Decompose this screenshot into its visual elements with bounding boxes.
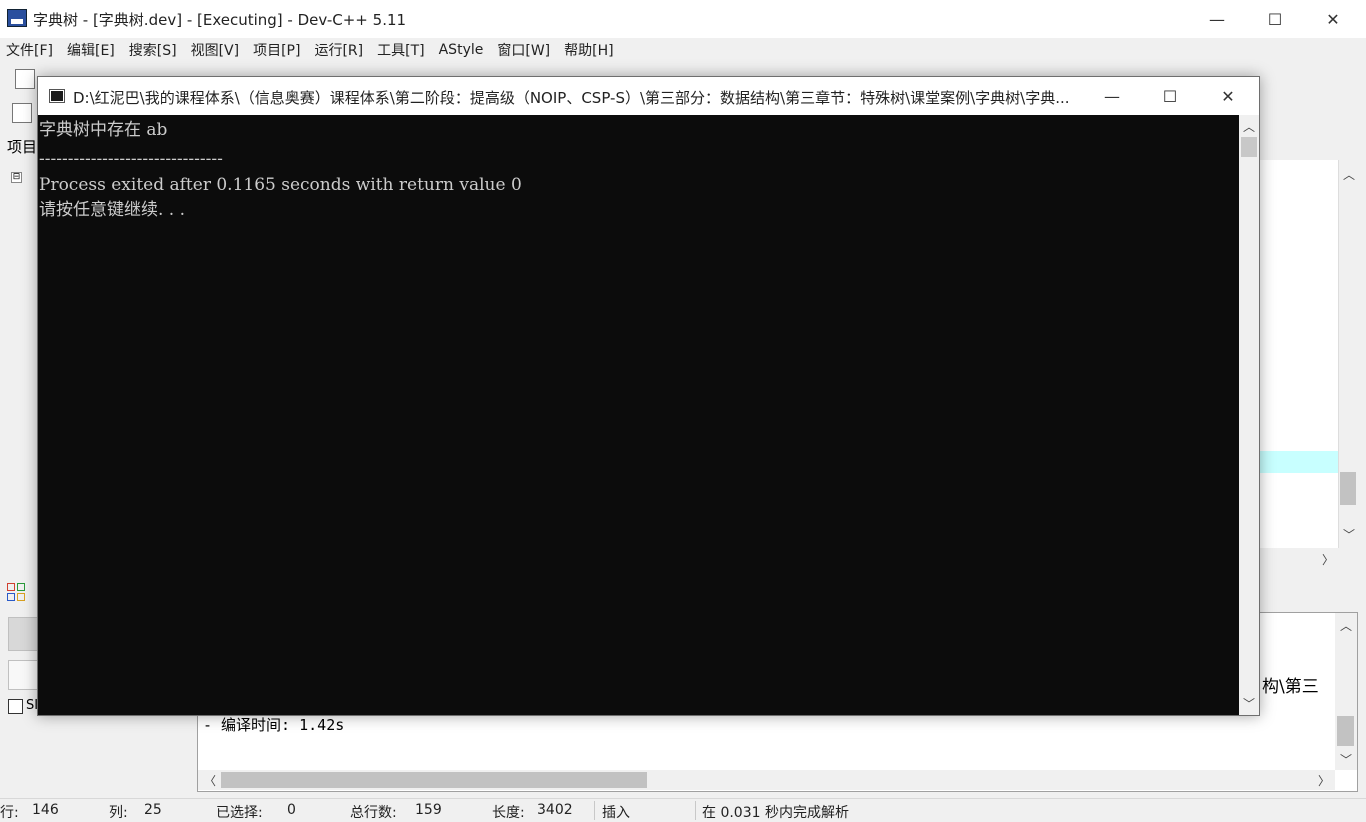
main-title-bar: 字典树 - [字典树.dev] - [Executing] - Dev-C++ … — [0, 0, 1366, 38]
devcpp-app-icon — [7, 9, 27, 27]
menu-view[interactable]: 视图[V] — [185, 40, 248, 60]
scroll-up-icon[interactable]: ︿ — [1340, 617, 1352, 634]
console-vertical-scrollbar[interactable]: ︿ ﹀ — [1239, 115, 1259, 715]
console-close-button[interactable]: ✕ — [1199, 77, 1257, 115]
menu-astyle[interactable]: AStyle — [433, 42, 492, 58]
menu-search[interactable]: 搜索[S] — [123, 40, 185, 60]
console-line: Process exited after 0.1165 seconds with… — [39, 175, 522, 195]
console-title-bar[interactable]: D:\红泥巴\我的课程体系\（信息奥赛）课程体系\第二阶段：提高级（NOIP、C… — [38, 77, 1259, 115]
insert-mode: 插入 — [602, 805, 630, 821]
editor-scroll-thumb[interactable] — [1340, 472, 1356, 505]
option-checkbox[interactable] — [8, 699, 23, 714]
status-divider — [695, 801, 696, 820]
code-editor[interactable] — [1258, 160, 1338, 548]
console-icon — [49, 89, 65, 103]
abort-compile-button[interactable] — [8, 617, 38, 651]
console-maximize-button[interactable]: ☐ — [1141, 77, 1199, 115]
current-line-highlight — [1258, 451, 1338, 473]
compile-option-button[interactable] — [8, 660, 38, 690]
tree-collapse-icon[interactable]: ⊟ — [11, 172, 22, 183]
console-minimize-button[interactable]: — — [1083, 77, 1141, 115]
menu-tools[interactable]: 工具[T] — [371, 40, 432, 60]
scroll-up-icon[interactable]: ︿ — [1243, 118, 1255, 135]
scroll-down-icon[interactable]: ﹀ — [1340, 751, 1352, 768]
console-line: 字典树中存在 ab — [39, 120, 168, 140]
new-file-icon[interactable] — [15, 69, 35, 89]
selected-value: 0 — [287, 802, 296, 818]
row-label: 行: — [0, 805, 19, 821]
compiler-tab-icon[interactable] — [7, 583, 27, 603]
menu-window[interactable]: 窗口[W] — [491, 40, 558, 60]
minimize-button[interactable]: — — [1188, 0, 1246, 38]
maximize-icon: ☐ — [1267, 9, 1283, 29]
close-icon: ✕ — [1326, 9, 1340, 29]
log-vertical-thumb[interactable] — [1337, 716, 1354, 746]
menu-help[interactable]: 帮助[H] — [558, 40, 621, 60]
maximize-button[interactable]: ☐ — [1246, 0, 1304, 38]
status-divider — [594, 801, 595, 820]
scroll-down-icon[interactable]: ﹀ — [1243, 695, 1255, 712]
close-button[interactable]: ✕ — [1304, 0, 1362, 38]
log-horizontal-thumb[interactable] — [221, 772, 647, 788]
maximize-icon: ☐ — [1162, 86, 1178, 106]
console-title: D:\红泥巴\我的课程体系\（信息奥赛）课程体系\第二阶段：提高级（NOIP、C… — [73, 89, 1070, 107]
selected-label: 已选择: — [216, 805, 263, 821]
parse-status: 在 0.031 秒内完成解析 — [702, 805, 849, 821]
col-value: 25 — [144, 802, 162, 818]
menu-file[interactable]: 文件[F] — [0, 40, 61, 60]
menu-run[interactable]: 运行[R] — [308, 40, 371, 60]
menu-edit[interactable]: 编辑[E] — [61, 40, 123, 60]
row-value: 146 — [32, 802, 59, 818]
minimize-icon: — — [1209, 9, 1225, 29]
col-label: 列: — [109, 805, 128, 821]
log-line: - 编译时间: 1.42s — [203, 716, 345, 734]
status-bar: 行: 146 列: 25 已选择: 0 总行数: 159 长度: 3402 插入… — [0, 798, 1366, 821]
console-separator: -------------------------------- — [39, 149, 223, 169]
lines-value: 159 — [415, 802, 442, 818]
log-line: 构\第三 — [1262, 677, 1319, 697]
close-icon: ✕ — [1221, 86, 1235, 106]
length-label: 长度: — [492, 805, 525, 821]
scroll-down-icon[interactable]: ﹀ — [1343, 526, 1355, 543]
scroll-up-icon[interactable]: ︿ — [1343, 166, 1355, 183]
scroll-left-icon[interactable]: 〈 — [204, 772, 216, 789]
project-icon[interactable] — [12, 103, 32, 123]
console-line: 请按任意键继续. . . — [39, 200, 186, 220]
project-tab[interactable]: 项目 — [0, 134, 40, 158]
console-window[interactable]: D:\红泥巴\我的课程体系\（信息奥赛）课程体系\第二阶段：提高级（NOIP、C… — [37, 76, 1260, 716]
editor-scroll-right-icon[interactable]: 〉 — [1322, 551, 1334, 568]
menu-project[interactable]: 项目[P] — [247, 40, 308, 60]
console-output[interactable]: 字典树中存在 ab ------------------------------… — [38, 115, 1239, 715]
console-scroll-thumb[interactable] — [1241, 137, 1257, 157]
menu-bar: 文件[F] 编辑[E] 搜索[S] 视图[V] 项目[P] 运行[R] 工具[T… — [0, 38, 1366, 62]
scroll-right-icon[interactable]: 〉 — [1318, 772, 1330, 789]
log-vertical-scrollbar[interactable]: ︿ ﹀ — [1335, 613, 1357, 770]
minimize-icon: — — [1104, 86, 1120, 106]
window-title: 字典树 - [字典树.dev] - [Executing] - Dev-C++ … — [33, 11, 407, 29]
lines-label: 总行数: — [350, 805, 397, 821]
length-value: 3402 — [537, 802, 573, 818]
